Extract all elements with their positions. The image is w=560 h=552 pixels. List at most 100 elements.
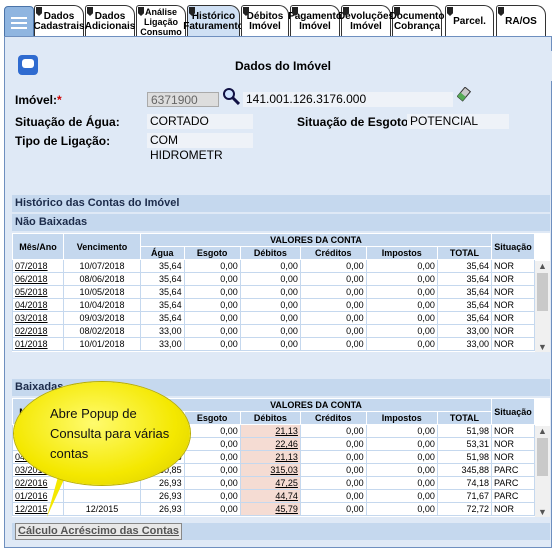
table-cell: 09/03/2018 [63,311,141,325]
tab-debitos-imovel[interactable]: Débitos Imóvel [241,5,289,38]
table-cell[interactable]: 02/2018 [12,324,64,338]
table-cell: 0,00 [299,337,367,351]
table-cell[interactable]: 01/2018 [12,337,64,351]
table-cell: 0,00 [183,437,241,451]
table-cell: 0,00 [365,424,438,438]
nao-baixadas-table: Mês/Ano Vencimento VALORES DA CONTA Situ… [12,233,535,351]
tab-pagamento-imovel[interactable]: Pagamento Imóvel [288,5,342,38]
table-cell[interactable]: 04/2018 [12,298,64,312]
search-icon[interactable] [222,87,241,106]
nao-baixadas-scrollbar[interactable]: ▲ ▼ [535,261,550,352]
table-cell: 0,00 [365,463,438,477]
table-cell[interactable]: 315,03 [239,463,301,477]
table-cell: 0,00 [299,502,367,516]
col-situacao: Situação [491,398,535,425]
table-cell: 0,00 [239,324,301,338]
scroll-up-icon[interactable]: ▲ [537,261,548,271]
tab-dados-cadastrais[interactable]: Dados Cadastrais [33,5,85,38]
tab-documento-cobranca[interactable]: Documento Cobrança [390,5,445,38]
imovel-address: 141.001.126.3176.000 [243,92,453,107]
table-cell: 0,00 [239,285,301,299]
table-cell: 10/05/2018 [63,285,141,299]
table-cell: NOR [491,259,535,273]
col-vencimento: Vencimento [63,233,141,260]
agua-label: Situação de Água: [15,115,120,129]
tab-menu[interactable] [4,6,34,40]
scroll-thumb[interactable] [537,273,548,311]
table-cell[interactable]: 03/2018 [12,311,64,325]
scroll-down-icon[interactable]: ▼ [537,342,548,352]
table-cell: 35,64 [436,259,493,273]
table-cell[interactable]: 45,79 [239,502,301,516]
table-cell: 0,00 [183,298,241,312]
tab-dados-adicionais[interactable]: Dados Adicionais [85,5,135,38]
table-cell: 0,00 [299,311,367,325]
scroll-thumb[interactable] [537,438,548,476]
table-cell [63,489,141,503]
scroll-up-icon[interactable]: ▲ [537,426,548,436]
col-valores: VALORES DA CONTA [140,398,492,412]
table-cell: 0,00 [299,437,367,451]
tab-ra-os[interactable]: RA/OS [496,5,546,38]
table-cell: 26,93 [140,476,185,490]
table-cell: 345,88 [436,463,493,477]
table-cell: 35,64 [140,311,185,325]
table-cell[interactable]: 47,25 [239,476,301,490]
imovel-header: Dados do Imóvel [14,51,552,81]
table-cell: PARC [491,489,535,503]
table-cell: 35,64 [436,272,493,286]
table-row: 05/2018 10/05/2018 35,64 0,00 0,00 0,00 0,00 35… [12,285,535,299]
table-cell: 0,00 [183,259,241,273]
tab-parcel[interactable]: Parcel. [445,5,494,38]
col-total: TOTAL [436,246,493,260]
table-cell: NOR [491,324,535,338]
table-cell: 08/02/2018 [63,324,141,338]
table-cell: 0,00 [239,311,301,325]
agua-value: CORTADO [147,114,253,129]
col-situacao: Situação [491,233,535,260]
table-cell[interactable]: 06/2018 [12,272,64,286]
table-cell[interactable]: 12/2015 [12,502,64,516]
table-cell: 0,00 [365,450,438,464]
table-cell: 10/07/2018 [63,259,141,273]
scroll-down-icon[interactable]: ▼ [537,507,548,517]
table-cell[interactable]: 21,13 [239,450,301,464]
table-cell: 51,98 [436,424,493,438]
col-creditos: Créditos [299,246,367,260]
table-cell: 35,64 [140,272,185,286]
table-cell[interactable]: 07/2018 [12,259,64,273]
ligacao-label: Tipo de Ligação: [15,134,111,148]
table-cell: 26,93 [140,489,185,503]
table-cell: 10/04/2018 [63,298,141,312]
tab-historico-faturamento[interactable]: Histórico Faturamento [183,5,244,38]
table-cell: 0,00 [365,437,438,451]
table-cell: 74,18 [436,476,493,490]
table-cell: 0,00 [365,259,438,273]
table-row: 02/2018 08/02/2018 33,00 0,00 0,00 0,00 0,00 33… [12,324,535,338]
bottom-bar: Cálculo Acréscimo das Contas [12,523,550,540]
eraser-icon[interactable] [456,86,473,103]
historico-title: Histórico das Contas do Imóvel [12,195,550,212]
nao-baixadas-table-wrap[interactable]: Mês/Ano Vencimento VALORES DA CONTA Situ… [12,233,550,352]
table-cell: 0,00 [365,272,438,286]
table-cell: 0,00 [365,502,438,516]
col-impostos: Impostos [365,246,438,260]
baixadas-scrollbar[interactable]: ▲ ▼ [535,426,550,517]
imovel-code-field[interactable]: 6371900 [147,92,219,107]
pencil-icon [498,7,504,16]
table-cell[interactable]: 22,46 [239,437,301,451]
table-cell[interactable]: 21,13 [239,424,301,438]
table-cell[interactable]: 05/2018 [12,285,64,299]
tab-devolucoes-imovel[interactable]: Devoluções Imóvel [338,5,394,38]
tab-analise-ligacao[interactable]: Análise Ligação Consumo [136,5,186,38]
table-cell: 0,00 [183,285,241,299]
calculo-acrescimo-link[interactable]: Cálculo Acréscimo das Contas [15,523,182,540]
table-cell: 0,00 [183,337,241,351]
col-creditos: Créditos [299,411,367,425]
table-row: 01/2016 26,93 0,00 44,74 0,00 0,00 71,67 PARC [12,489,535,503]
table-cell: 0,00 [183,502,241,516]
imovel-title: Dados do Imóvel [234,59,332,73]
table-cell: 0,00 [365,298,438,312]
table-cell: 0,00 [239,298,301,312]
table-cell[interactable]: 44,74 [239,489,301,503]
